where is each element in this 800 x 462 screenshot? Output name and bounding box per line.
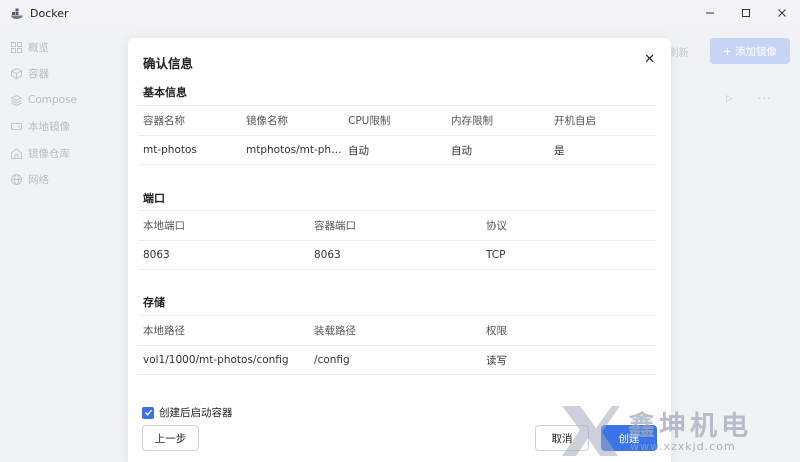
storage-title: 存储	[143, 296, 165, 309]
basic-info-title: 基本信息	[143, 86, 187, 99]
table-header-row: 本地端口 容器端口 协议	[138, 210, 656, 240]
table-cell: vol1/1000/mt-photos/config	[143, 354, 289, 366]
table-row: 8063 8063 TCP	[138, 240, 656, 270]
table-header: CPU限制	[348, 115, 391, 127]
table-header: 容器端口	[314, 220, 356, 232]
table-header: 协议	[486, 220, 507, 232]
table-header: 开机自启	[554, 115, 596, 127]
cube-icon	[10, 68, 22, 80]
sidebar-item-label: 容器	[28, 68, 49, 81]
start-after-create-checkbox[interactable]: 创建后启动容器	[142, 405, 233, 420]
sidebar-item-label: 概览	[28, 41, 49, 54]
table-cell: 8063	[314, 249, 341, 261]
refresh-button[interactable]: 刷新	[668, 45, 689, 60]
sidebar-item-label: 镜像仓库	[28, 147, 70, 160]
table-cell: mt-photos	[143, 144, 197, 156]
table-header: 镜像名称	[246, 115, 288, 127]
confirm-dialog: 确认信息 ✕ 基本信息 容器名称 镜像名称 CPU限制 内存限制 开机自启 mt…	[128, 38, 671, 462]
sidebar-item-overview[interactable]: 概览	[0, 34, 128, 61]
table-header: 内存限制	[451, 115, 493, 127]
more-icon[interactable]: ···	[758, 92, 772, 105]
close-icon	[778, 9, 786, 17]
table-header: 本地端口	[143, 220, 185, 232]
minimize-icon	[706, 12, 714, 14]
basic-info-table: 容器名称 镜像名称 CPU限制 内存限制 开机自启 mt-photos mtph…	[138, 105, 656, 165]
sidebar-item-label: 网络	[28, 174, 49, 187]
checkbox-checked-icon[interactable]	[142, 406, 154, 419]
table-header: 容器名称	[143, 115, 185, 127]
maximize-button[interactable]	[728, 0, 764, 26]
cancel-button[interactable]: 取消	[535, 425, 589, 451]
minimize-button[interactable]	[692, 0, 728, 26]
table-cell: 自动	[451, 144, 472, 157]
storage-table: 本地路径 装载路径 权限 vol1/1000/mt-photos/config …	[138, 315, 656, 375]
sidebar-item-compose[interactable]: Compose	[0, 87, 128, 114]
title-bar: Docker	[0, 0, 800, 26]
sidebar-item-image-registry[interactable]: 镜像仓库	[0, 140, 128, 167]
docker-icon	[10, 6, 24, 20]
sidebar-item-local-images[interactable]: 本地镜像	[0, 114, 128, 141]
sidebar-item-label: 本地镜像	[28, 121, 70, 134]
table-header-row: 本地路径 装载路径 权限	[138, 315, 656, 345]
layers-icon	[10, 94, 22, 106]
close-icon[interactable]: ✕	[644, 52, 655, 67]
table-row: vol1/1000/mt-photos/config /config 读写	[138, 345, 656, 375]
table-cell: 是	[554, 144, 565, 157]
add-image-button[interactable]: + 添加镜像	[710, 38, 790, 64]
sidebar-item-network[interactable]: 网络	[0, 167, 128, 194]
dialog-title: 确认信息	[143, 56, 194, 71]
play-icon[interactable]: ▷	[726, 94, 733, 104]
disk-icon	[10, 121, 22, 133]
maximize-icon	[742, 9, 750, 17]
grid-icon	[10, 41, 22, 53]
table-cell: 8063	[143, 249, 170, 261]
ports-title: 端口	[143, 192, 165, 205]
table-row: mt-photos mtphotos/mt-phot... 自动 自动 是	[138, 135, 656, 165]
table-header: 权限	[486, 325, 507, 337]
window-title: Docker	[30, 6, 69, 20]
table-cell: 自动	[348, 144, 369, 157]
table-header: 装载路径	[314, 325, 356, 337]
ports-table: 本地端口 容器端口 协议 8063 8063 TCP	[138, 210, 656, 270]
table-cell: mtphotos/mt-phot...	[246, 144, 343, 156]
sidebar-item-label: Compose	[28, 94, 78, 107]
globe-icon	[10, 174, 22, 186]
table-header: 本地路径	[143, 325, 185, 337]
table-cell: TCP	[486, 249, 506, 261]
table-header-row: 容器名称 镜像名称 CPU限制 内存限制 开机自启	[138, 105, 656, 135]
checkbox-label: 创建后启动容器	[159, 407, 233, 419]
home-icon	[10, 147, 22, 159]
table-cell: /config	[314, 354, 350, 366]
create-button[interactable]: 创建	[601, 425, 657, 451]
sidebar-item-containers[interactable]: 容器	[0, 61, 128, 88]
table-cell: 读写	[486, 354, 507, 367]
close-window-button[interactable]	[764, 0, 800, 26]
sidebar: 概览 容器 Compose 本地镜像 镜像仓库 网络	[0, 34, 128, 193]
previous-step-button[interactable]: 上一步	[142, 425, 199, 451]
